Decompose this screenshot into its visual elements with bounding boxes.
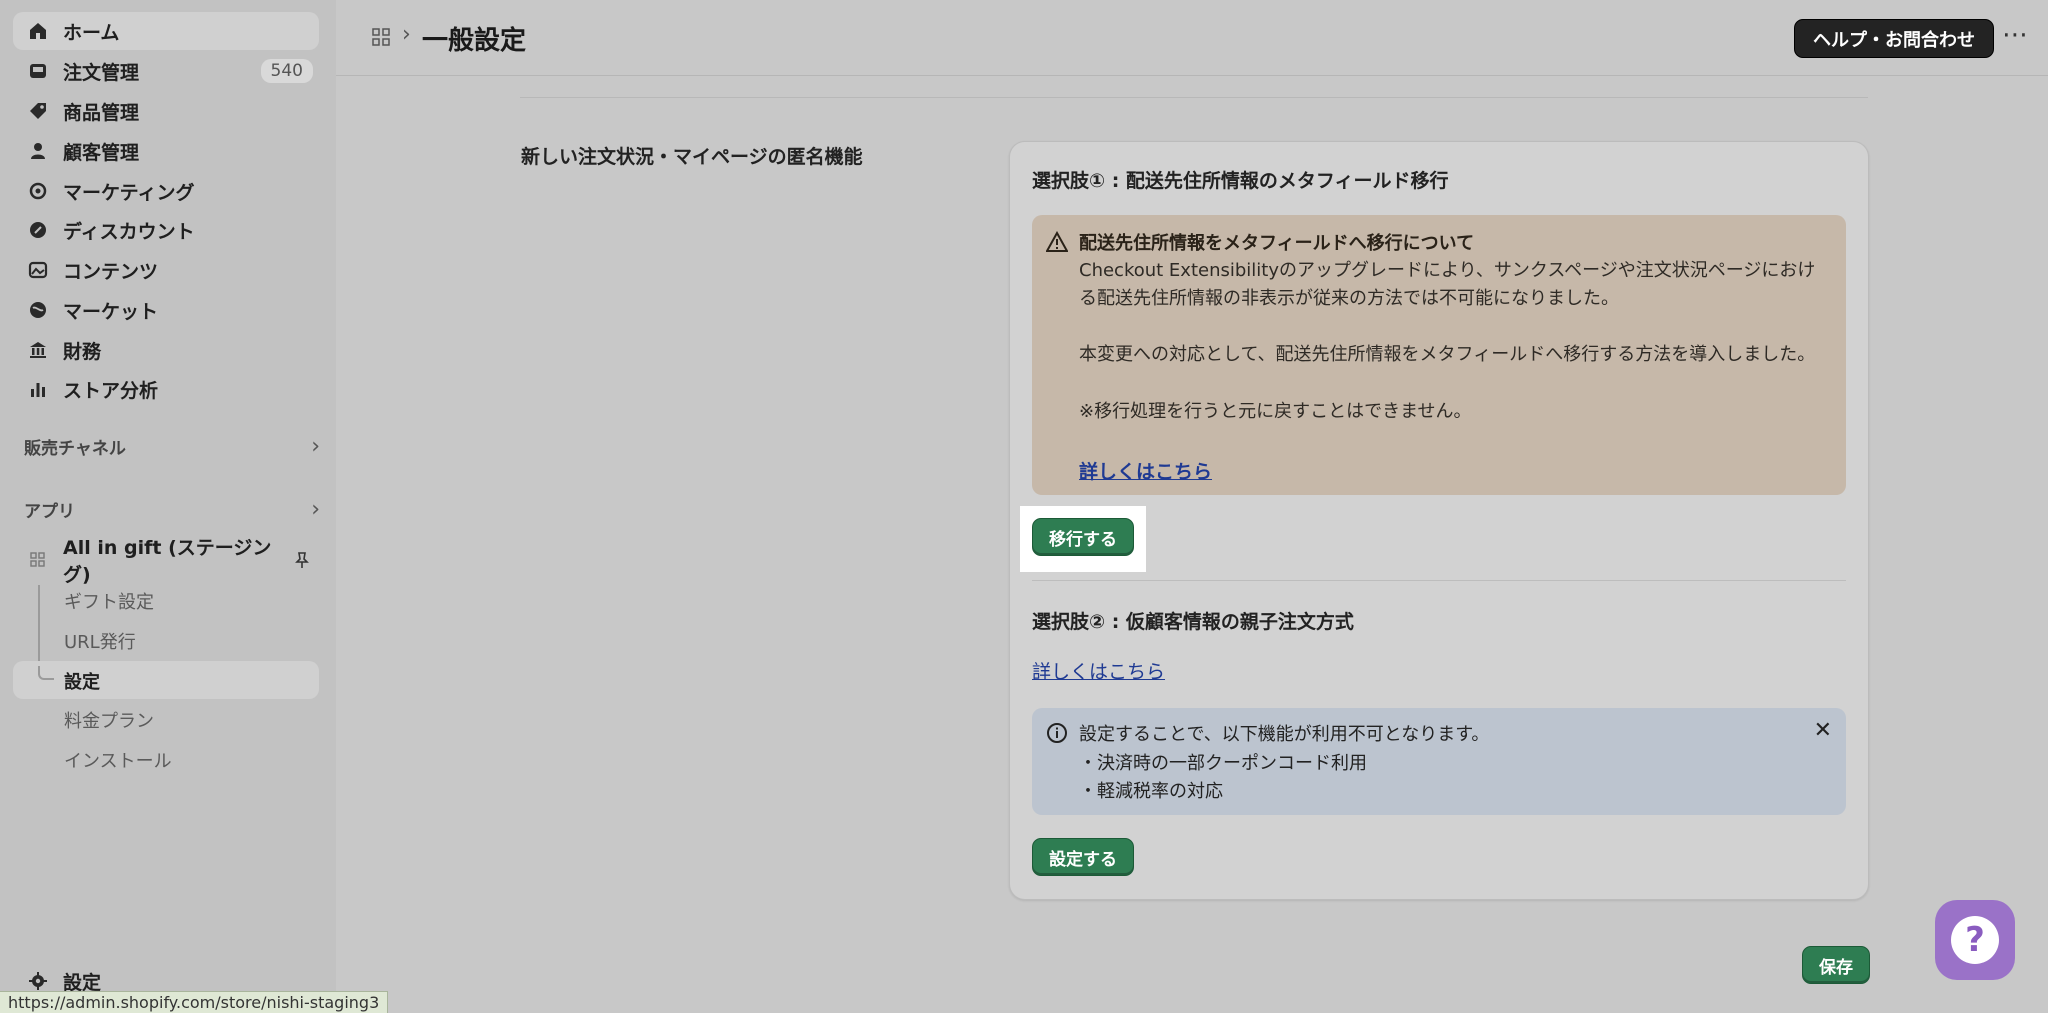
warning-title: 配送先住所情報をメタフィールドへ移行について xyxy=(1079,233,1475,254)
sidebar-item-label: ホーム xyxy=(63,21,120,44)
page-title: 一般設定 xyxy=(422,26,527,56)
warning-text: Checkout Extensibilityのアップグレードにより、サンクスペー… xyxy=(1079,260,1816,281)
target-icon xyxy=(27,180,49,202)
help-contact-button[interactable]: ヘルプ・お問合わせ xyxy=(1794,19,1994,58)
sidebar-item-products[interactable]: 商品管理 xyxy=(13,92,319,130)
sidebar-subitem-url[interactable]: URL発行 xyxy=(64,628,136,654)
more-actions-icon[interactable]: ⋯ xyxy=(2002,20,2029,50)
info-banner: 設定することで、以下機能が利用不可となります。 ・決済時の一部クーポンコード利用… xyxy=(1032,708,1846,815)
top-bar: › 一般設定 ヘルプ・お問合わせ ⋯ xyxy=(336,0,2048,76)
sidebar-item-label: コンテンツ xyxy=(63,260,159,283)
order-count-badge: 540 xyxy=(260,59,313,83)
breadcrumb-separator-icon: › xyxy=(402,22,411,47)
divider xyxy=(1032,580,1846,581)
status-bar-url: https://admin.shopify.com/store/nishi-st… xyxy=(0,991,389,1013)
option1-title: 選択肢① : 配送先住所情報のメタフィールド移行 xyxy=(1032,170,1449,192)
pin-icon[interactable] xyxy=(291,549,313,571)
sidebar-item-label: マーケット xyxy=(63,300,159,323)
sidebar-item-markets[interactable]: マーケット xyxy=(13,291,319,329)
person-icon xyxy=(27,140,49,162)
section-label: 新しい注文状況・マイページの匿名機能 xyxy=(521,146,863,168)
learn-more-link[interactable]: 詳しくはこちら xyxy=(1079,457,1212,484)
sidebar-item-content[interactable]: コンテンツ xyxy=(13,251,319,289)
apps-section[interactable]: アプリ › xyxy=(24,497,320,522)
sidebar-item-label: 商品管理 xyxy=(63,101,140,124)
info-text: 設定することで、以下機能が利用不可となります。 xyxy=(1079,724,1490,745)
sidebar-item-label: マーケティング xyxy=(63,181,195,204)
sales-channels-label: 販売チャネル xyxy=(24,439,126,459)
help-chat-button[interactable]: ? xyxy=(1935,900,2015,980)
sidebar-item-orders[interactable]: 注文管理 540 xyxy=(13,52,319,90)
app-grid-icon[interactable] xyxy=(372,28,392,48)
option2-title: 選択肢② : 仮顧客情報の親子注文方式 xyxy=(1032,611,1354,633)
close-icon[interactable]: ✕ xyxy=(1814,718,1832,743)
divider xyxy=(520,97,1868,98)
sidebar-item-home[interactable]: ホーム xyxy=(13,12,319,50)
warning-text: 本変更への対応として、配送先住所情報をメタフィールドへ移行する方法を導入しました… xyxy=(1079,344,1816,365)
tag-icon xyxy=(27,100,49,122)
sales-channels-section[interactable]: 販売チャネル › xyxy=(24,434,320,459)
migrate-button[interactable]: 移行する xyxy=(1032,518,1134,556)
sidebar-item-label: 財務 xyxy=(63,340,102,363)
set-button[interactable]: 設定する xyxy=(1032,838,1134,876)
sidebar-item-label: 注文管理 xyxy=(63,61,140,84)
save-button[interactable]: 保存 xyxy=(1802,946,1870,984)
sidebar-item-label: 顧客管理 xyxy=(63,141,140,164)
home-icon xyxy=(27,20,49,42)
sidebar-subitem-gift-settings[interactable]: ギフト設定 xyxy=(64,588,154,614)
sidebar-item-label: ストア分析 xyxy=(63,379,159,402)
sidebar-item-discounts[interactable]: ディスカウント xyxy=(13,211,319,249)
apps-label: アプリ xyxy=(24,502,75,522)
info-icon xyxy=(1046,722,1068,744)
image-icon xyxy=(27,259,49,281)
learn-more-link[interactable]: 詳しくはこちら xyxy=(1032,657,1165,684)
chevron-right-icon: › xyxy=(311,434,320,459)
active-sub-item-bg xyxy=(13,661,319,699)
sidebar-item-finance[interactable]: 財務 xyxy=(13,331,319,369)
info-text: ・軽減税率の対応 xyxy=(1079,781,1223,802)
warning-icon xyxy=(1045,230,1069,253)
warning-text: る配送先住所情報の非表示が従来の方法では不可能になりました。 xyxy=(1079,288,1619,309)
sidebar-subitem-install[interactable]: インストール xyxy=(64,747,172,773)
globe-icon xyxy=(27,299,49,321)
sidebar-item-app[interactable]: All in gift (ステージング) xyxy=(13,537,319,586)
sidebar: ホーム 注文管理 540 商品管理 顧客管理 マーケティング ディスカウント コ… xyxy=(0,0,336,1013)
sidebar-item-analytics[interactable]: ストア分析 xyxy=(13,370,319,408)
tree-corner xyxy=(38,666,54,680)
info-text: ・決済時の一部クーポンコード利用 xyxy=(1079,753,1367,774)
warning-banner: 配送先住所情報をメタフィールドへ移行について Checkout Extensib… xyxy=(1032,215,1846,495)
bank-icon xyxy=(27,339,49,361)
app-grid-icon xyxy=(27,549,49,571)
sidebar-subitem-pricing[interactable]: 料金プラン xyxy=(64,707,154,733)
sidebar-subitem-settings[interactable]: 設定 xyxy=(64,668,100,694)
chevron-right-icon: › xyxy=(311,497,320,522)
app-name: All in gift (ステージング) xyxy=(63,537,272,586)
sidebar-item-customers[interactable]: 顧客管理 xyxy=(13,132,319,170)
sidebar-item-marketing[interactable]: マーケティング xyxy=(13,172,319,210)
settings-card: 選択肢① : 配送先住所情報のメタフィールド移行 配送先住所情報をメタフィールド… xyxy=(1009,141,1869,900)
question-icon: ? xyxy=(1951,916,1999,964)
bar-chart-icon xyxy=(27,378,49,400)
warning-text: ※移行処理を行うと元に戻すことはできません。 xyxy=(1079,401,1472,422)
sidebar-item-label: ディスカウント xyxy=(63,220,195,243)
gear-icon xyxy=(27,970,49,992)
discount-icon xyxy=(27,219,49,241)
inbox-icon xyxy=(27,60,49,82)
